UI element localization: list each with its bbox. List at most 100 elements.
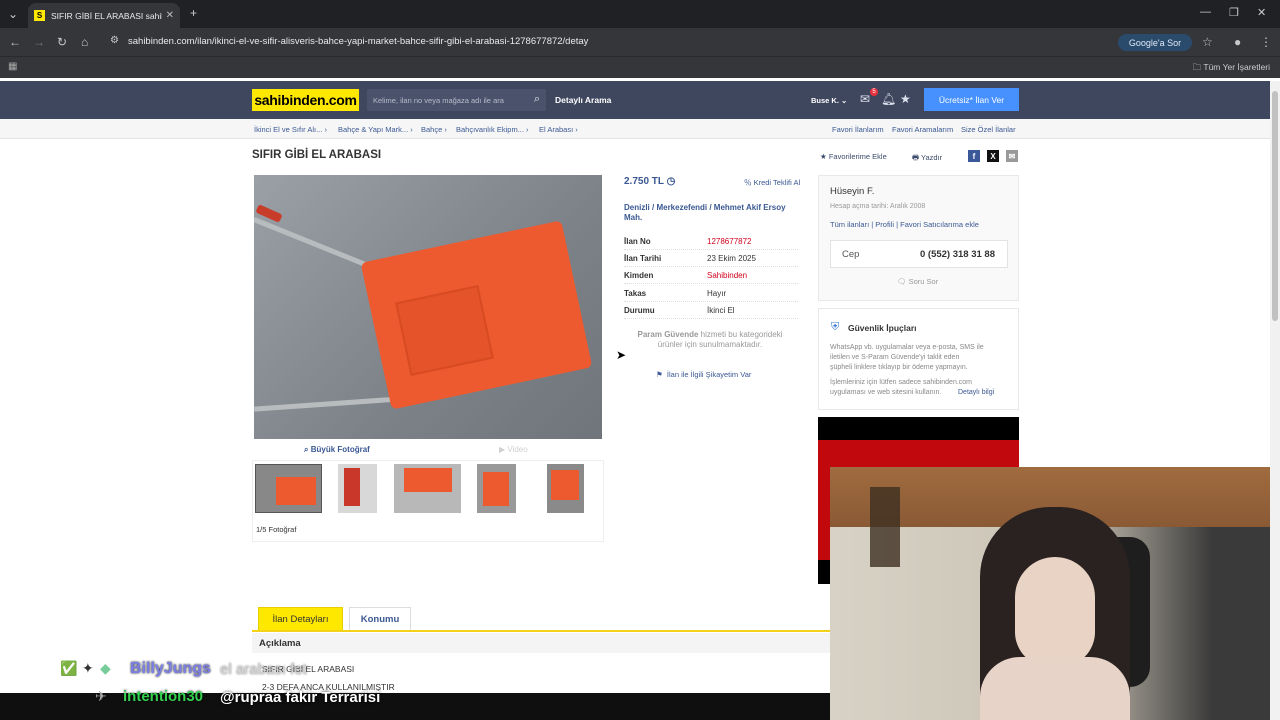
search-placeholder: Kelime, ilan no veya mağaza adı ile ara [373, 96, 504, 105]
stream-chat-overlay: ✅ ✦ ◆ BillyJungs el arabası fet ✈ intent… [0, 656, 830, 720]
param-guvende-note: Param Güvende hizmeti bu kategorideki ür… [637, 330, 783, 349]
site-header [0, 81, 1270, 119]
search-input[interactable]: Kelime, ilan no veya mağaza adı ile ara … [367, 89, 546, 111]
detail-row: İlan No 1278677872 [624, 233, 798, 250]
ask-question-button[interactable]: 🗨︎ Soru Sor [897, 277, 938, 286]
add-favorite-button[interactable]: ★ Favorilerime Ekle [820, 152, 887, 161]
phone-box: Cep 0 (552) 318 31 88 [830, 240, 1008, 268]
bell-icon[interactable]: 🔔︎ [881, 92, 896, 106]
detail-row: Durumu İkinci El [624, 302, 798, 319]
site-info-icon[interactable]: ⚙ [110, 35, 119, 46]
chat-message: el arabası fet [220, 661, 307, 678]
webcam-decor [870, 487, 900, 567]
x-twitter-icon[interactable]: X [987, 150, 999, 162]
tab-location[interactable]: Konumu [349, 607, 411, 631]
url-field[interactable]: sahibinden.com/ilan/ikinci-el-ve-sifir-a… [128, 36, 588, 47]
seller-name[interactable]: Hüseyin F. [830, 186, 874, 197]
all-bookmarks[interactable]: 🗀 Tüm Yer İşaretleri [1193, 62, 1270, 76]
thumbnail[interactable] [338, 464, 377, 513]
phone-number[interactable]: 0 (552) 318 31 88 [920, 249, 995, 260]
for-you-link[interactable]: Size Özel İlanlar [961, 125, 1016, 134]
big-photo-button[interactable]: ⌕ Büyük Fotoğraf [304, 445, 370, 455]
chat-username: BillyJungs [130, 660, 211, 677]
seller-links[interactable]: Tüm ilanları | Profili | Favori Satıcıla… [830, 220, 979, 229]
security-title: Güvenlik İpuçları [848, 323, 917, 333]
browser-tab[interactable]: S SIFIR GİBİ EL ARABASI sahibinden ✕ [28, 3, 180, 28]
user-menu[interactable]: Buse K. ⌄ [811, 96, 847, 105]
detail-row: Takas Hayır [624, 285, 798, 302]
security-text: WhatsApp vb. uygulamalar veya e-posta, S… [830, 344, 984, 351]
webcam-overlay [830, 467, 1280, 720]
detail-row: İlan Tarihi 23 Ekim 2025 [624, 250, 798, 267]
minimize-icon[interactable]: — [1200, 6, 1211, 18]
thumbnail[interactable] [394, 464, 461, 513]
sahibinden-favicon-icon: S [34, 10, 45, 21]
breadcrumb-item[interactable]: Bahçe & Yapı Mark... › [338, 125, 413, 134]
chat-message: @rupraa fakir Terrarisi [220, 689, 381, 706]
messages-icon[interactable]: ✉ [860, 92, 870, 106]
security-more-link[interactable]: Detaylı bilgi [958, 388, 994, 398]
breadcrumb-item[interactable]: Bahçe › [421, 125, 447, 134]
restore-icon[interactable]: ❐ [1229, 6, 1239, 19]
menu-icon[interactable]: ⋮ [1260, 35, 1272, 49]
home-icon[interactable]: ⌂ [81, 35, 88, 49]
close-window-icon[interactable]: ✕ [1257, 6, 1266, 19]
scrollbar-thumb[interactable] [1272, 91, 1278, 321]
bits-badge-icon: ◆ [100, 660, 111, 676]
security-text: iletilen ve S-Param Güvende'yi taklit ed… [830, 354, 960, 361]
tab-title: SIFIR GİBİ EL ARABASI sahibinden [51, 10, 162, 21]
complaint-link[interactable]: ⚑ İlan ile İlgili Şikayetim Var [656, 370, 751, 379]
close-tab-icon[interactable]: ✕ [166, 10, 174, 21]
post-ad-button[interactable]: Ücretsiz* İlan Ver [924, 88, 1019, 111]
location-link[interactable]: Denizli / Merkezefendi / Mehmet Akif Ers… [624, 203, 804, 223]
tab-search-icon[interactable]: ⌄ [8, 7, 18, 21]
security-text: şüpheli linklere tıklayıp bir ödeme yapm… [830, 364, 968, 371]
tabs-underline [252, 630, 832, 632]
thumbnail[interactable] [547, 464, 584, 513]
favorites-star-icon[interactable]: ★ [900, 92, 911, 106]
print-button[interactable]: 🖶︎ Yazdır [912, 152, 942, 165]
search-icon[interactable]: ⌕ [534, 93, 540, 106]
email-share-icon[interactable]: ✉ [1006, 150, 1018, 162]
bookmark-star-icon[interactable]: ☆ [1202, 35, 1213, 49]
mouse-cursor-icon: ➤ [616, 348, 627, 362]
breadcrumb-item[interactable]: El Arabası › [539, 125, 578, 134]
back-icon[interactable]: ← [9, 35, 21, 49]
favorite-listings-link[interactable]: Favori İlanlarım [832, 125, 884, 134]
video-button[interactable]: ▶ Video [499, 445, 528, 454]
profile-avatar-icon[interactable]: ● [1234, 35, 1241, 49]
thumbnail[interactable] [477, 464, 516, 513]
checkmark-badge-icon: ✅ [60, 660, 78, 676]
notification-badge: 5 [870, 88, 878, 96]
chat-username: intention30 [123, 688, 204, 705]
thumbnail[interactable] [255, 464, 322, 513]
webcam-face [1015, 557, 1095, 667]
google-sor-button[interactable]: Google'a Sor [1118, 34, 1192, 51]
breadcrumb-item[interactable]: İkinci El ve Sıfır Alı... › [254, 125, 327, 134]
webcam-body [980, 657, 1130, 720]
favorite-searches-link[interactable]: Favori Aramalarım [892, 125, 953, 134]
browser-tab-strip: ⌄ S SIFIR GİBİ EL ARABASI sahibinden ✕ +… [0, 0, 1280, 28]
seller-since: Hesap açma tarihi: Aralık 2008 [830, 203, 926, 210]
bookmarks-bar: ▦ 🗀 Tüm Yer İşaretleri [0, 56, 1280, 78]
phone-label: Cep [842, 249, 860, 260]
sub-badge-icon: ✦ [82, 660, 94, 676]
apps-icon[interactable]: ▦ [8, 61, 17, 72]
detail-row: Kimden Sahibinden [624, 267, 798, 284]
page-scrollbar[interactable] [1270, 81, 1280, 720]
breadcrumb: İkinci El ve Sıfır Alı... › Bahçe & Yapı… [0, 119, 1270, 139]
facebook-icon[interactable]: f [968, 150, 980, 162]
reload-icon[interactable]: ↻ [57, 35, 67, 49]
new-tab-icon[interactable]: + [190, 6, 197, 20]
credit-offer-link[interactable]: ％ Kredi Teklifi Al [744, 177, 800, 188]
tab-listing-details[interactable]: İlan Detayları [258, 607, 343, 631]
main-photo[interactable] [254, 175, 602, 439]
photo-count: 1/5 Fotoğraf [256, 525, 297, 534]
breadcrumb-item[interactable]: Bahçıvanlık Ekipm... › [456, 125, 529, 134]
sahibinden-logo[interactable]: sahibinden.com [252, 89, 359, 111]
shield-icon: ⛨ [831, 321, 840, 333]
detailed-search-link[interactable]: Detaylı Arama [555, 95, 611, 105]
forward-icon[interactable]: → [33, 35, 45, 49]
badge-icon: ✈ [95, 688, 107, 704]
security-text: İşlemleriniz için lütfen sadece sahibind… [830, 379, 973, 386]
